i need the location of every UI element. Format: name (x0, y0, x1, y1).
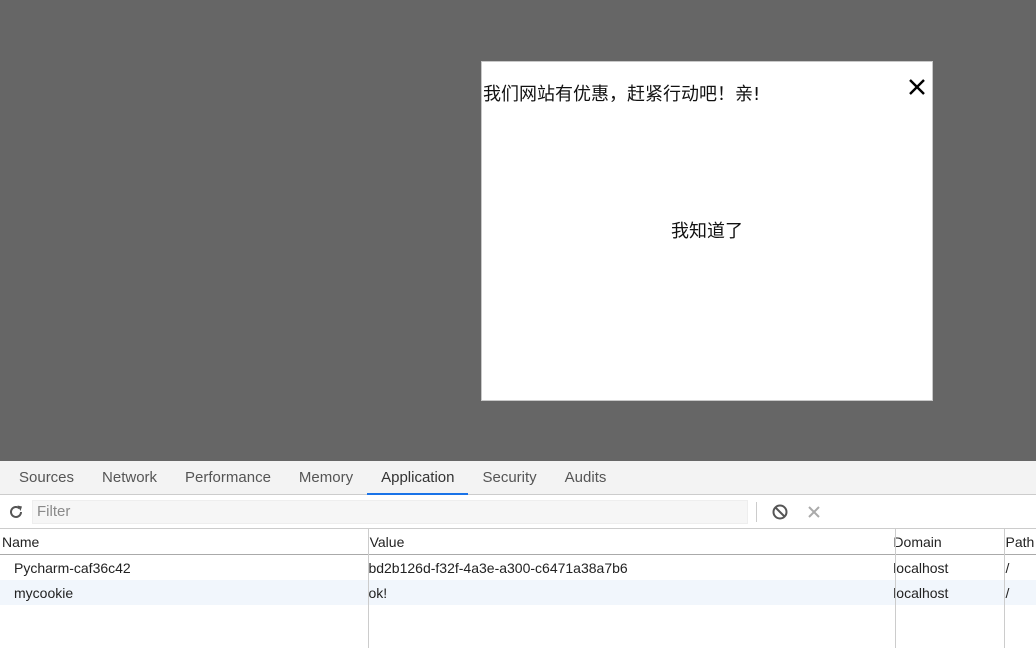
devtools-panel: Sources Network Performance Memory Appli… (0, 461, 1036, 648)
cookies-table: Name Value Domain Path Pycharm-caf36c42 … (0, 529, 1036, 648)
tab-security[interactable]: Security (468, 461, 550, 494)
column-header-path[interactable]: Path (1000, 529, 1036, 554)
tab-performance[interactable]: Performance (171, 461, 285, 494)
column-divider[interactable] (1004, 529, 1005, 648)
tab-sources[interactable]: Sources (5, 461, 88, 494)
column-header-name[interactable]: Name (0, 529, 364, 554)
cookie-value: bd2b126d-f32f-4a3e-a300-c6471a38a7b6 (368, 559, 628, 576)
page-overlay: 我们网站有优惠，赶紧行动吧！亲! 我知道了 (0, 0, 1036, 461)
table-row[interactable]: Pycharm-caf36c42 bd2b126d-f32f-4a3e-a300… (0, 555, 1036, 580)
column-header-value[interactable]: Value (364, 529, 888, 554)
cookie-name: mycookie (14, 584, 74, 601)
delete-selected-icon[interactable] (803, 501, 825, 523)
column-header-domain[interactable]: Domain (887, 529, 999, 554)
cookie-domain: localhost (893, 559, 949, 576)
cookie-domain: localhost (893, 584, 949, 601)
promo-popup: 我们网站有优惠，赶紧行动吧！亲! 我知道了 (481, 61, 933, 401)
acknowledge-button[interactable]: 我知道了 (482, 217, 932, 243)
tab-audits[interactable]: Audits (551, 461, 621, 494)
cookie-value: ok! (368, 584, 388, 601)
column-divider[interactable] (368, 529, 369, 648)
cookie-name: Pycharm-caf36c42 (14, 559, 131, 576)
page: 我们网站有优惠，赶紧行动吧！亲! 我知道了 Sources Network Pe… (0, 0, 1036, 648)
popup-message: 我们网站有优惠，赶紧行动吧！亲! (483, 84, 761, 105)
column-divider[interactable] (895, 529, 896, 648)
close-icon[interactable] (906, 76, 928, 98)
cookies-toolbar (0, 495, 1036, 529)
tab-memory[interactable]: Memory (285, 461, 367, 494)
toolbar-divider (756, 501, 757, 522)
tab-network[interactable]: Network (88, 461, 171, 494)
clear-all-icon[interactable] (769, 501, 791, 523)
refresh-icon[interactable] (0, 495, 32, 528)
tab-application[interactable]: Application (367, 461, 469, 495)
table-row[interactable]: mycookie ok! localhost / (0, 580, 1036, 605)
filter-input[interactable] (32, 499, 748, 524)
devtools-tabbar: Sources Network Performance Memory Appli… (0, 461, 1036, 495)
table-header: Name Value Domain Path (0, 529, 1036, 555)
